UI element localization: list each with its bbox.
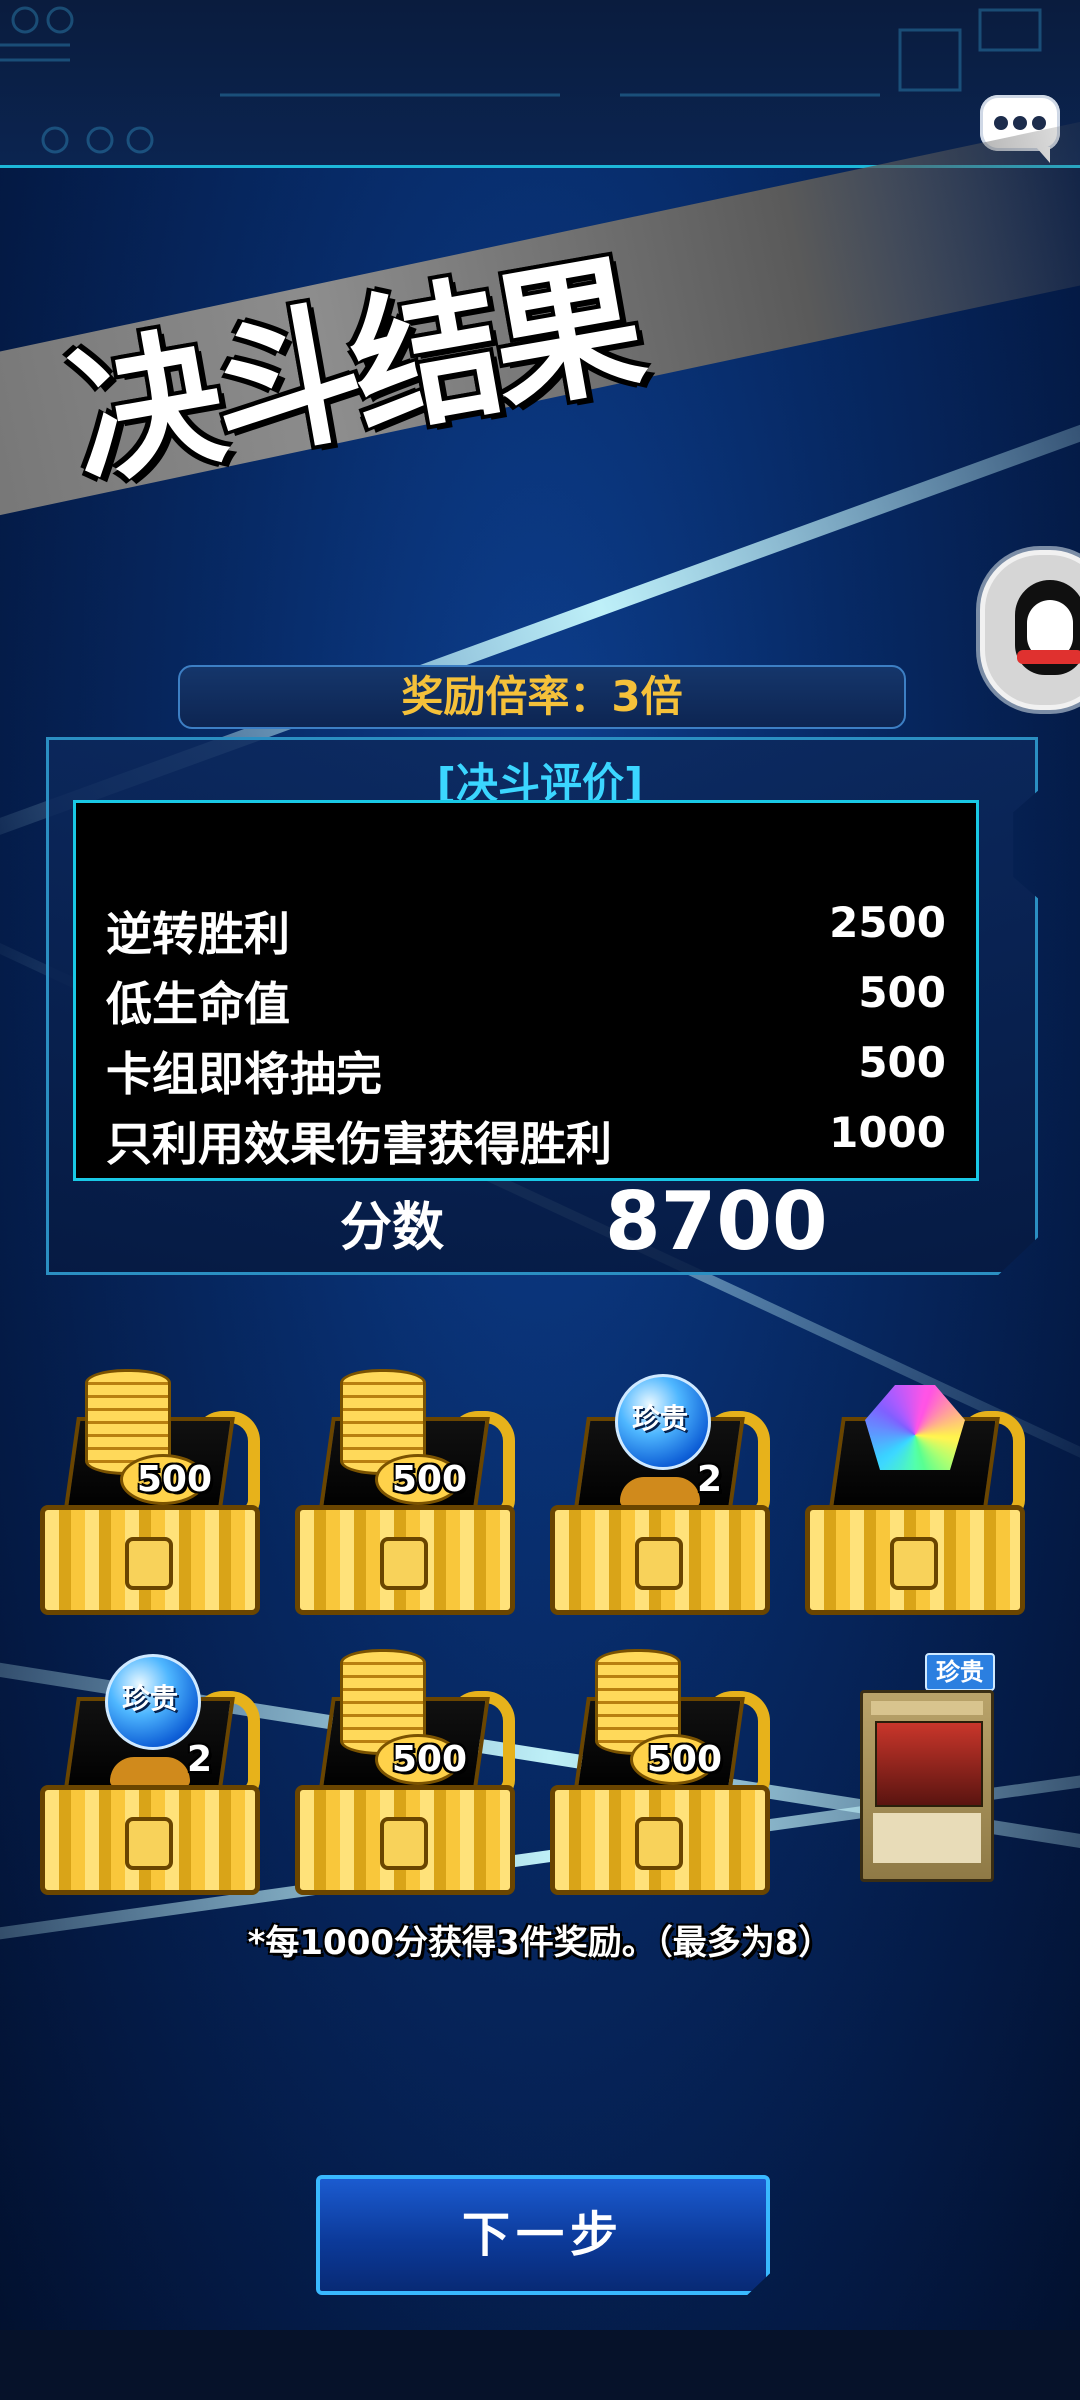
evaluation-label: 逆转胜利 [106,907,290,961]
top-bar [0,0,1080,168]
rarity-badge: 珍贵 [925,1653,995,1691]
lock-icon [635,1817,683,1870]
evaluation-points: 2500 [829,898,946,947]
reward-count: 500 [391,1739,467,1780]
avatar-button[interactable] [980,550,1080,710]
lock-icon [380,1537,428,1590]
evaluation-label: 只利用效果伤害获得胜利 [106,1117,612,1171]
evaluation-row: 卡组即将抽完 500 [106,1038,946,1101]
evaluation-row: 低生命值 500 [106,968,946,1031]
circuit-decoration [0,6,1042,154]
reward-count: 2 [186,1739,212,1780]
reward-chest-rare-orb[interactable]: 珍贵 2 [540,1345,770,1615]
reward-count: 500 [646,1739,722,1780]
evaluation-points: 500 [858,968,946,1017]
score-label: 分数 [340,1198,445,1258]
score-value: 8700 [605,1175,828,1268]
chat-dot [994,116,1008,130]
reward-chest-gem[interactable] [795,1345,1025,1615]
card-name-bar [871,1701,983,1715]
evaluation-list: 逆转胜利 2500 低生命值 500 卡组即将抽完 500 只利用效果伤害获得胜… [73,800,979,1181]
evaluation-points: 500 [858,1038,946,1087]
page-title: 决斗结果 [58,235,649,508]
reward-card[interactable] [860,1690,994,1882]
evaluation-row: 逆转胜利 2500 [106,898,946,961]
lock-icon [125,1537,173,1590]
evaluation-points: 1000 [829,1108,946,1157]
reward-chest-coins[interactable]: 500 [30,1345,260,1615]
lock-icon [125,1817,173,1870]
reward-chest-coins[interactable]: 500 [540,1625,770,1895]
ribbon-icon [110,1757,190,1787]
reward-count: 500 [136,1459,212,1500]
reward-multiplier: 奖励倍率：3倍 [178,665,906,729]
evaluation-label: 低生命值 [106,977,290,1031]
ribbon-icon [620,1477,700,1507]
lock-icon [890,1537,938,1590]
evaluation-row: 只利用效果伤害获得胜利 1000 [106,1108,946,1171]
bottom-strip [0,2330,1080,2400]
lock-icon [635,1537,683,1590]
chat-dot [1032,116,1046,130]
reward-count: 500 [391,1459,467,1500]
reward-chest-rare-orb[interactable]: 珍贵 2 [30,1625,260,1895]
penguin-scarf [1017,650,1080,664]
card-description [873,1813,981,1863]
chat-dot [1013,116,1027,130]
reward-chest-coins[interactable]: 500 [285,1345,515,1615]
reward-count: 2 [696,1459,722,1500]
rarity-badge: 珍贵 [121,1682,178,1715]
next-button[interactable]: 下一步 [316,2175,770,2295]
rarity-badge: 珍贵 [631,1402,688,1435]
lock-icon [380,1817,428,1870]
reward-chest-coins[interactable]: 500 [285,1625,515,1895]
card-art [875,1721,983,1807]
evaluation-label: 卡组即将抽完 [106,1047,382,1101]
reward-rule-note: *每1000分获得3件奖励。（最多为8） [247,1923,833,1963]
